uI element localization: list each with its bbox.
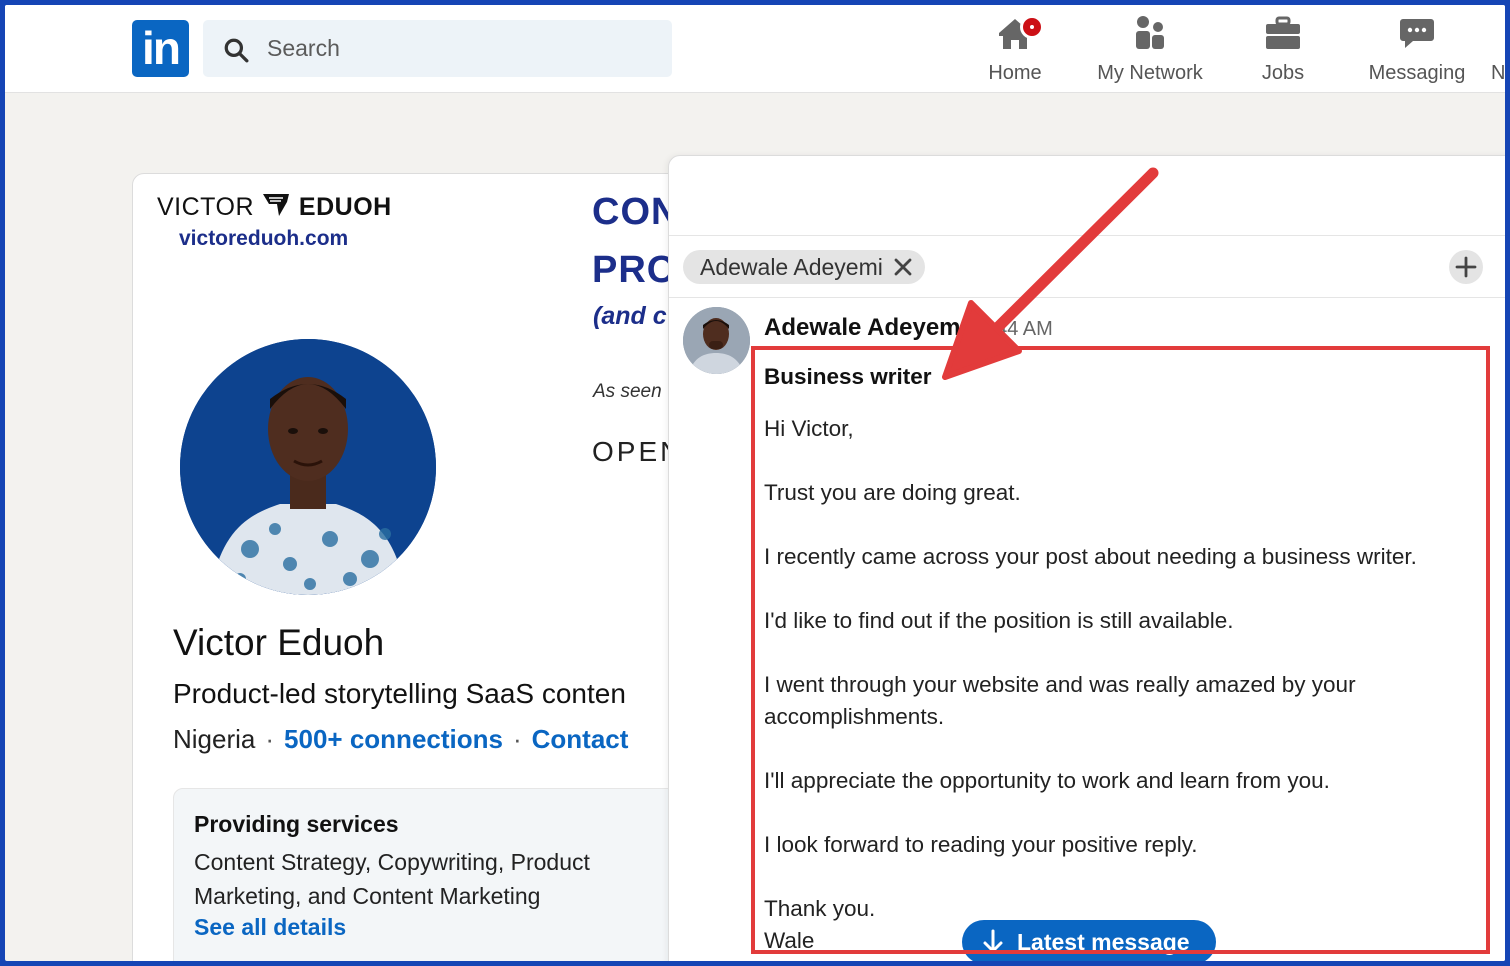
profile-avatar[interactable] (180, 339, 436, 595)
latest-message-button[interactable]: Latest message (962, 920, 1216, 961)
message-header (669, 156, 1505, 236)
close-icon[interactable] (893, 257, 913, 277)
latest-message-label: Latest message (1017, 929, 1190, 955)
message-panel: Adewale Adeyemi Adewale Adeyem · 9:44 AM… (668, 155, 1505, 961)
briefcase-icon (1266, 16, 1300, 49)
profile-name: Victor Eduoh (173, 622, 385, 663)
nav-my-network[interactable]: My Network (1091, 13, 1209, 89)
banner-subline: (and c (593, 302, 667, 330)
banner-website: victoreduoh.com (179, 227, 349, 250)
search-icon (224, 38, 249, 63)
banner-brand-second: EDUOH (298, 193, 392, 221)
add-recipient-button[interactable] (1449, 250, 1483, 284)
people-icon (1136, 16, 1164, 49)
notification-badge (1020, 15, 1044, 39)
services-title: Providing services (194, 811, 399, 837)
message-paragraph: I'll appreciate the opportunity to work … (764, 768, 1330, 793)
message-time: 9:44 AM (979, 318, 1053, 340)
message-paragraph: Hi Victor, (764, 416, 854, 441)
message-paragraph: I'd like to find out if the position is … (764, 608, 1234, 633)
sender-photo (683, 307, 750, 374)
profile-meta: Nigeria · 500+ connections · Contact (173, 724, 628, 755)
screenshot-frame: in Home My Network (5, 5, 1505, 961)
profile-photo (180, 339, 436, 595)
recipient-name: Adewale Adeyemi (700, 254, 883, 280)
messaging-icon (1400, 19, 1434, 48)
arrow-down-icon (983, 929, 1003, 953)
nav-my-network-label: My Network (1097, 62, 1203, 84)
message-subject: Business writer (764, 364, 932, 389)
sender-line: Adewale Adeyem · 9:44 AM (764, 314, 1053, 342)
sender-avatar[interactable] (683, 307, 750, 374)
linkedin-logo[interactable]: in (132, 20, 189, 77)
search-bar[interactable] (203, 20, 672, 77)
nav-home-label: Home (988, 62, 1042, 84)
search-input[interactable] (267, 20, 657, 77)
brand-shield-icon (263, 194, 290, 216)
nav-jobs-label: Jobs (1261, 62, 1305, 84)
message-paragraph: I look forward to reading your positive … (764, 832, 1198, 857)
banner-as-seen: As seen (593, 381, 662, 402)
banner-headline-1: CON (592, 191, 680, 233)
nav-notifications-label: N (1491, 62, 1505, 84)
message-body: Business writer Hi Victor, Trust you are… (764, 361, 1484, 957)
separator-dot: · (265, 724, 275, 754)
services-text: Content Strategy, Copywriting, Product M… (194, 849, 590, 909)
plus-icon (1455, 256, 1477, 278)
contact-info-link[interactable]: Contact (532, 724, 629, 754)
nav-notifications[interactable]: N (1491, 13, 1505, 89)
nav-home[interactable]: Home (983, 13, 1047, 89)
banner-brand-first: VICTOR (157, 193, 254, 221)
message-paragraph: I recently came across your post about n… (764, 544, 1417, 569)
connections-link[interactable]: 500+ connections (284, 724, 503, 754)
banner-headline-2: PRO (592, 249, 678, 291)
top-nav: in Home My Network (5, 5, 1505, 93)
profile-location: Nigeria (173, 724, 256, 754)
separator-dot: · (967, 318, 980, 340)
nav-messaging-label: Messaging (1368, 62, 1466, 84)
profile-headline: Product-led storytelling SaaS conten (173, 678, 626, 709)
separator-dot: · (512, 724, 522, 754)
recipient-row: Adewale Adeyemi (669, 236, 1505, 298)
sender-name[interactable]: Adewale Adeyem (764, 314, 961, 341)
recipient-pill[interactable]: Adewale Adeyemi (683, 250, 925, 284)
see-all-details-link[interactable]: See all details (194, 914, 346, 941)
message-paragraph: Trust you are doing great. (764, 480, 1021, 505)
message-paragraph: I went through your website and was real… (764, 672, 1356, 729)
nav-messaging[interactable]: Messaging (1365, 13, 1469, 89)
banner-brand: VICTOR EDUOH (157, 192, 392, 222)
nav-jobs[interactable]: Jobs (1253, 13, 1313, 89)
